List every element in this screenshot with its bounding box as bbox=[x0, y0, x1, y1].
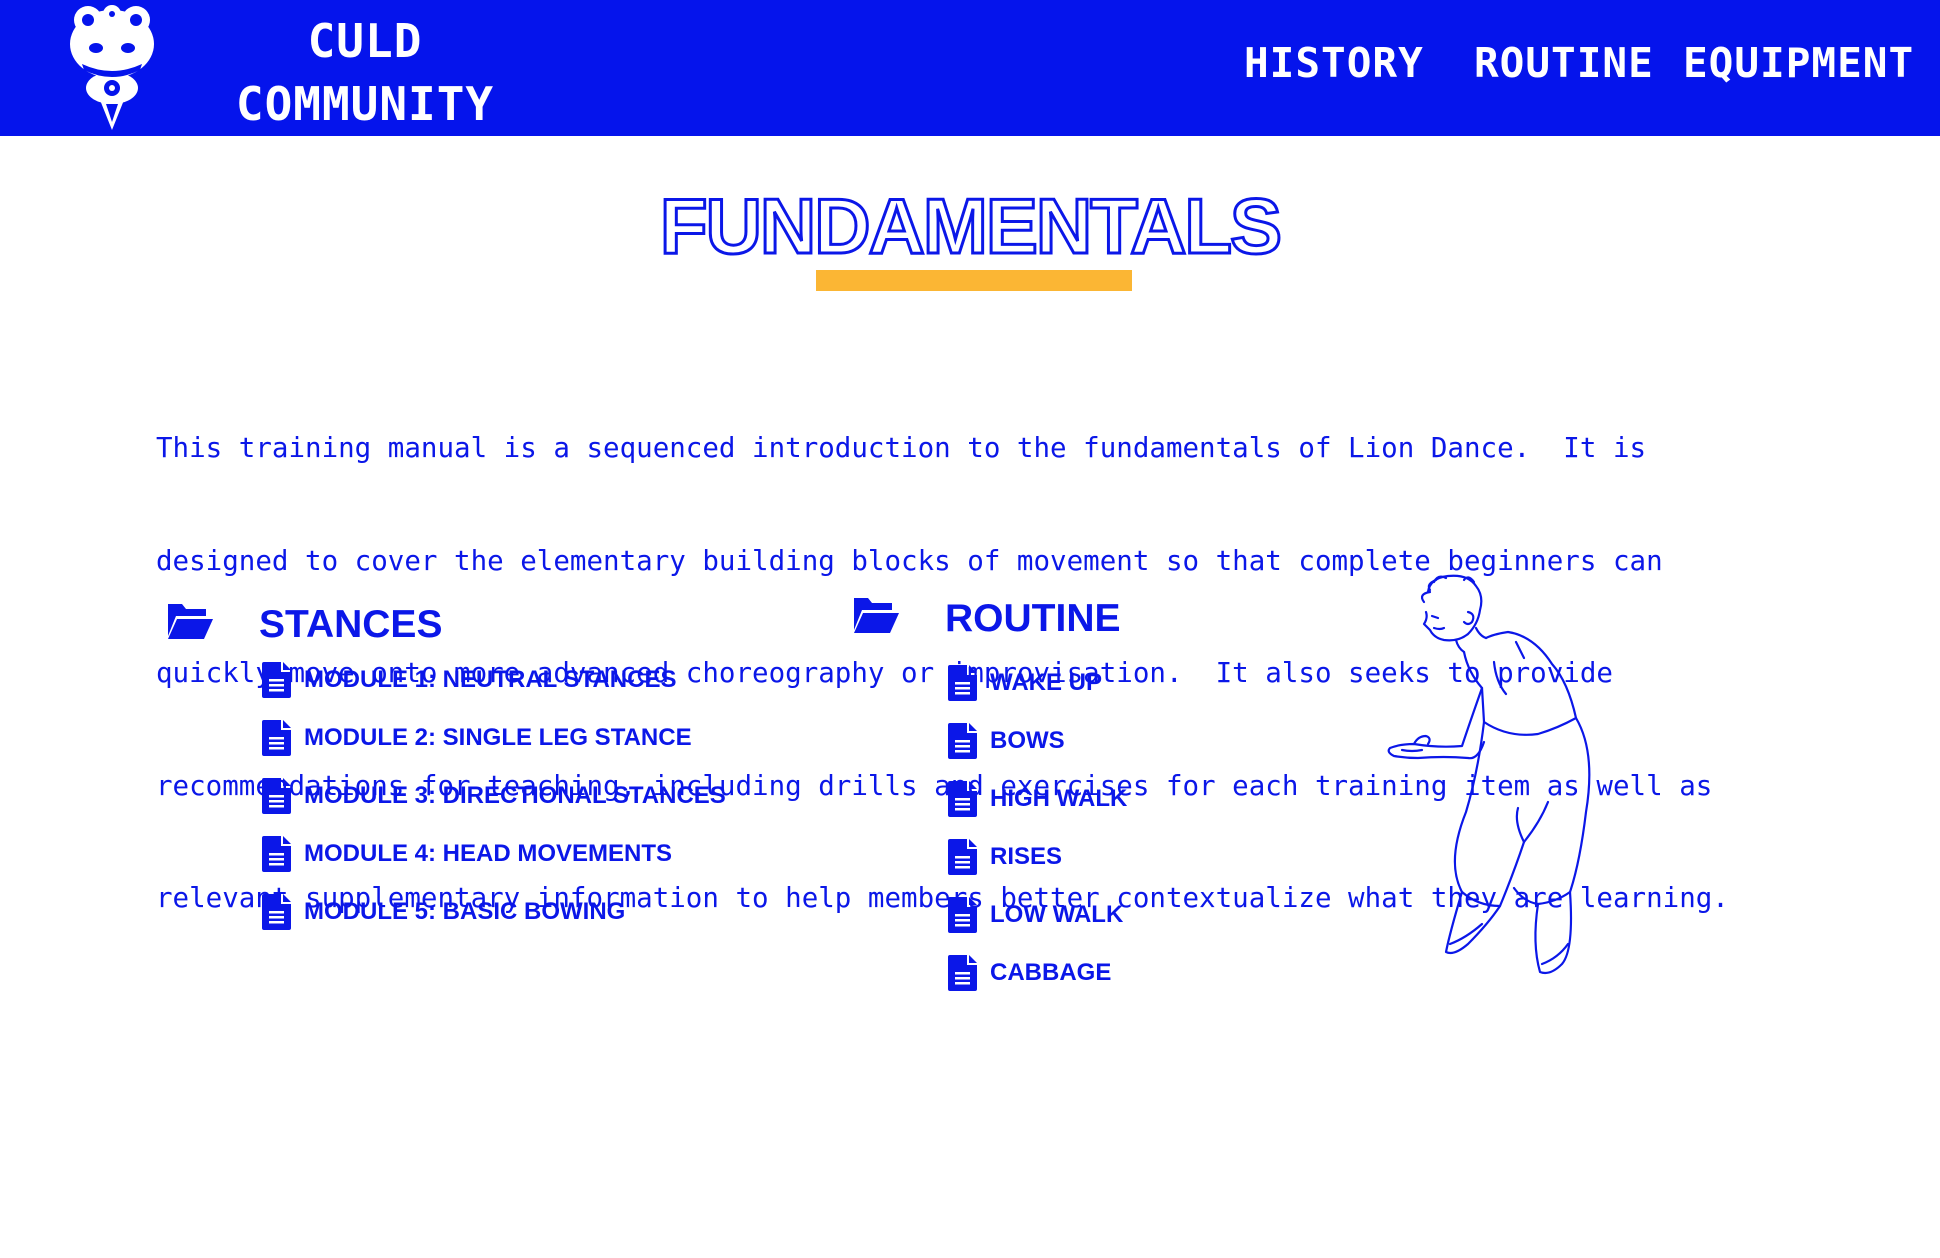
nav-equipment-link[interactable]: EQUIPMENT bbox=[1683, 38, 1914, 88]
section-routine-label[interactable]: ROUTINE bbox=[945, 594, 1121, 644]
routine-high-walk-link[interactable]: HIGH WALK bbox=[948, 781, 1248, 817]
document-icon bbox=[948, 665, 977, 701]
module-3-label[interactable]: MODULE 3: DIRECTIONAL STANCES bbox=[304, 780, 726, 812]
module-5-link[interactable]: MODULE 5: BASIC BOWING bbox=[262, 894, 782, 930]
nav-history-link[interactable]: HISTORY bbox=[1244, 38, 1424, 88]
intro-line: This training manual is a sequenced intr… bbox=[156, 432, 1647, 464]
top-navigation-bar: CULD COMMUNITY KNOWLEDGE HISTORY ROUTINE… bbox=[0, 0, 1940, 194]
section-stances-label[interactable]: STANCES bbox=[259, 600, 442, 650]
routine-low-walk-link[interactable]: LOW WALK bbox=[948, 897, 1248, 933]
document-icon bbox=[262, 662, 291, 698]
routine-wake-up-label[interactable]: WAKE UP bbox=[990, 667, 1102, 699]
nav-routine-link[interactable]: ROUTINE bbox=[1474, 38, 1654, 88]
module-1-label[interactable]: MODULE 1: NEUTRAL STANCES bbox=[304, 664, 676, 696]
document-icon bbox=[948, 723, 977, 759]
folder-open-icon bbox=[168, 604, 213, 639]
document-icon bbox=[262, 720, 291, 756]
module-1-link[interactable]: MODULE 1: NEUTRAL STANCES bbox=[262, 662, 782, 698]
module-2-label[interactable]: MODULE 2: SINGLE LEG STANCE bbox=[304, 722, 692, 754]
routine-rises-link[interactable]: RISES bbox=[948, 839, 1248, 875]
routine-low-walk-label[interactable]: LOW WALK bbox=[990, 899, 1123, 931]
document-icon bbox=[262, 836, 291, 872]
lion-head-logo[interactable] bbox=[66, 4, 158, 130]
title-underline bbox=[816, 270, 1132, 291]
module-4-label[interactable]: MODULE 4: HEAD MOVEMENTS bbox=[304, 838, 672, 870]
routine-bows-label[interactable]: BOWS bbox=[990, 725, 1065, 757]
site-title[interactable]: CULD COMMUNITY KNOWLEDGE bbox=[180, 10, 550, 199]
routine-cabbage-link[interactable]: CABBAGE bbox=[948, 955, 1248, 991]
site-title-line-2: KNOWLEDGE bbox=[235, 140, 495, 194]
routine-wake-up-link[interactable]: WAKE UP bbox=[948, 665, 1248, 701]
site-title-line-1: CULD COMMUNITY bbox=[235, 14, 495, 131]
module-3-link[interactable]: MODULE 3: DIRECTIONAL STANCES bbox=[262, 778, 782, 814]
document-icon bbox=[262, 778, 291, 814]
page-title: FUNDAMENTALS bbox=[658, 181, 1283, 272]
routine-high-walk-label[interactable]: HIGH WALK bbox=[990, 783, 1127, 815]
section-routine[interactable]: ROUTINE bbox=[852, 594, 1152, 644]
document-icon bbox=[948, 955, 977, 991]
document-icon bbox=[948, 897, 977, 933]
section-stances[interactable]: STANCES bbox=[166, 600, 466, 650]
routine-rises-label[interactable]: RISES bbox=[990, 841, 1062, 873]
folder-open-icon bbox=[854, 598, 899, 633]
module-2-link[interactable]: MODULE 2: SINGLE LEG STANCE bbox=[262, 720, 782, 756]
module-4-link[interactable]: MODULE 4: HEAD MOVEMENTS bbox=[262, 836, 782, 872]
document-icon bbox=[948, 839, 977, 875]
intro-line: designed to cover the elementary buildin… bbox=[156, 544, 1663, 577]
module-5-label[interactable]: MODULE 5: BASIC BOWING bbox=[304, 896, 625, 928]
dancer-illustration bbox=[1387, 574, 1591, 975]
document-icon bbox=[948, 781, 977, 817]
routine-bows-link[interactable]: BOWS bbox=[948, 723, 1248, 759]
document-icon bbox=[262, 894, 291, 930]
routine-cabbage-label[interactable]: CABBAGE bbox=[990, 957, 1111, 989]
